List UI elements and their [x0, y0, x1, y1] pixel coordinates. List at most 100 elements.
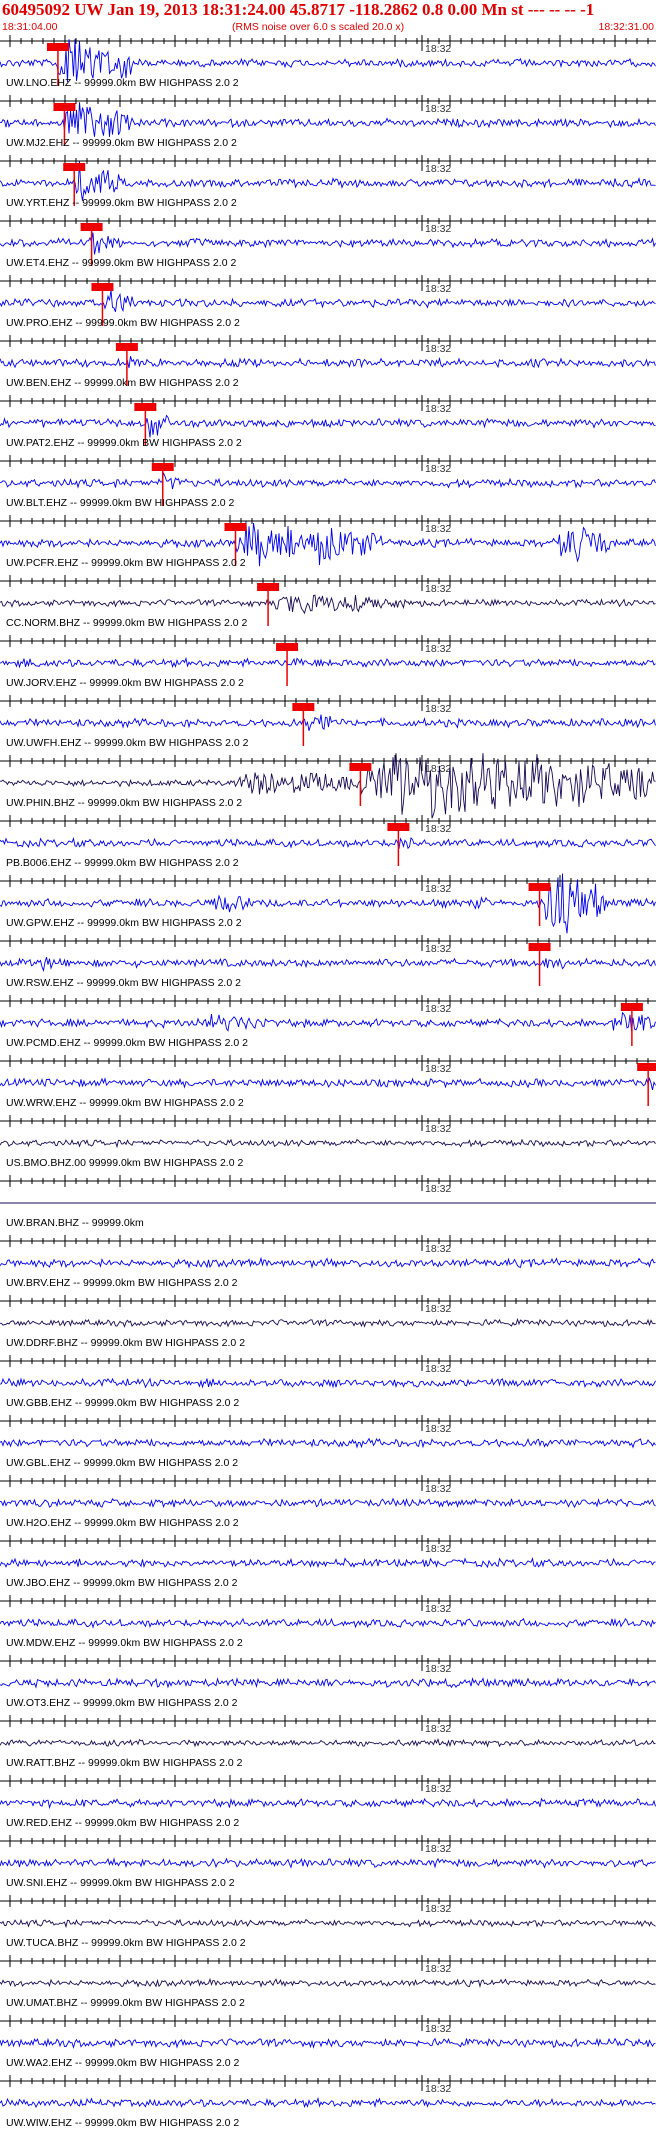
minute-label: 18:32 — [425, 1663, 451, 1675]
minute-label: 18:32 — [425, 883, 451, 895]
waveform — [0, 1497, 656, 1509]
minute-label: 18:32 — [425, 1063, 451, 1075]
trace-14: 18:32 PB.B006.EHZ -- 99999.0km BW HIGHPAS… — [0, 815, 656, 869]
pick-flag — [528, 883, 551, 891]
trace-35: 18:32 UW.WIW.EHZ -- 99999.0km BW HIGHPASS… — [0, 2075, 656, 2129]
trace-30: 18:32 UW.RED.EHZ -- 99999.0km BW HIGHPASS… — [0, 1775, 656, 1829]
waveform — [0, 2096, 656, 2109]
waveform — [0, 1977, 656, 1989]
minute-label: 18:32 — [425, 1243, 451, 1255]
trace-label: UW.WIW.EHZ -- 99999.0km BW HIGHPASS 2.0 … — [6, 2117, 239, 2129]
trace-label: UW.DDRF.BHZ -- 99999.0km BW HIGHPASS 2.0… — [6, 1337, 245, 1349]
trace-31: 18:32 UW.SNI.EHZ -- 99999.0km BW HIGHPASS… — [0, 1835, 656, 1889]
trace-label: UW.BRV.EHZ -- 99999.0km BW HIGHPASS 2.0 … — [6, 1277, 238, 1289]
seismogram-chart: 18:32 UW.LNO.EHZ -- 99999.0km BW HIGHPASS… — [0, 35, 656, 2129]
minute-label: 18:32 — [425, 823, 451, 835]
trace-label: UW.GBB.EHZ -- 99999.0km BW HIGHPASS 2.0 … — [6, 1397, 239, 1409]
trace-label: PB.B006.EHZ -- 99999.0km BW HIGHPASS 2.0… — [6, 857, 239, 869]
waveform — [0, 1317, 656, 1328]
minute-label: 18:32 — [425, 403, 451, 415]
waveform — [0, 39, 656, 83]
waveform — [0, 1797, 656, 1810]
trace-label: UW.JBO.EHZ -- 99999.0km BW HIGHPASS 2.0 … — [6, 1577, 238, 1589]
trace-13: 18:32 UW.PHIN.BHZ -- 99999.0km BW HIGHPAS… — [0, 753, 656, 819]
plot-header: 60495092 UW Jan 19, 2013 18:31:24.00 45.… — [0, 0, 656, 34]
trace-16: 18:32 UW.RSW.EHZ -- 99999.0km BW HIGHPASS… — [0, 935, 656, 989]
minute-label: 18:32 — [425, 1783, 451, 1795]
waveform — [0, 1076, 656, 1090]
end-time-label: 18:32:31.00 — [598, 21, 654, 33]
minute-label: 18:32 — [425, 1183, 451, 1195]
waveform — [0, 356, 656, 369]
trace-label: UW.GBL.EHZ -- 99999.0km BW HIGHPASS 2.0 … — [6, 1457, 238, 1469]
pick-flag — [276, 643, 299, 651]
trace-20: 18:32 UW.BRAN.BHZ -- 99999.0km — [0, 1175, 656, 1229]
minute-label: 18:32 — [425, 1723, 451, 1735]
minute-label: 18:32 — [425, 703, 451, 715]
trace-22: 18:32 UW.DDRF.BHZ -- 99999.0km BW HIGHPAS… — [0, 1295, 656, 1349]
minute-label: 18:32 — [425, 223, 451, 235]
trace-19: 18:32 US.BMO.BHZ.00 99999.0km BW HIGHPASS… — [0, 1115, 656, 1169]
minute-label: 18:32 — [425, 1003, 451, 1015]
waveform — [0, 102, 656, 137]
trace-21: 18:32 UW.BRV.EHZ -- 99999.0km BW HIGHPASS… — [0, 1235, 656, 1289]
minute-label: 18:32 — [425, 1123, 451, 1135]
minute-label: 18:32 — [425, 943, 451, 955]
waveform — [0, 414, 656, 438]
waveform — [0, 1857, 656, 1869]
minute-label: 18:32 — [425, 763, 451, 775]
trace-label: UW.YRT.EHZ -- 99999.0km BW HIGHPASS 2.0 … — [6, 197, 237, 209]
minute-label: 18:32 — [425, 163, 451, 175]
minute-label: 18:32 — [425, 283, 451, 295]
trace-label: UW.UWFH.EHZ -- 99999.0km BW HIGHPASS 2.0… — [6, 737, 249, 749]
trace-33: 18:32 UW.UMAT.BHZ -- 99999.0km BW HIGHPAS… — [0, 1955, 656, 2009]
trace-34: 18:32 UW.WA2.EHZ -- 99999.0km BW HIGHPASS… — [0, 2015, 656, 2069]
waveform — [0, 1918, 656, 1929]
trace-15: 18:32 UW.GPW.EHZ -- 99999.0km BW HIGHPASS… — [0, 873, 656, 934]
trace-label: UW.RED.EHZ -- 99999.0km BW HIGHPASS 2.0 … — [6, 1817, 239, 1829]
pick-flag — [63, 163, 86, 171]
seismogram-panel: 18:32 UW.LNO.EHZ -- 99999.0km BW HIGHPASS… — [0, 34, 656, 2138]
trace-label: UW.PHIN.BHZ -- 99999.0km BW HIGHPASS 2.0… — [6, 797, 242, 809]
trace-3: 18:32 UW.YRT.EHZ -- 99999.0km BW HIGHPASS… — [0, 155, 656, 209]
trace-29: 18:32 UW.RATT.BHZ -- 99999.0km BW HIGHPAS… — [0, 1715, 656, 1769]
pick-flag — [115, 343, 138, 351]
minute-label: 18:32 — [425, 2023, 451, 2035]
minute-label: 18:32 — [425, 343, 451, 355]
trace-label: UW.RSW.EHZ -- 99999.0km BW HIGHPASS 2.0 … — [6, 977, 241, 989]
waveform — [0, 161, 656, 201]
trace-label: UW.PCFR.EHZ -- 99999.0km BW HIGHPASS 2.0… — [6, 557, 246, 569]
minute-label: 18:32 — [425, 103, 451, 115]
trace-label: UW.PRO.EHZ -- 99999.0km BW HIGHPASS 2.0 … — [6, 317, 240, 329]
minute-label: 18:32 — [425, 523, 451, 535]
pick-flag — [46, 43, 69, 51]
trace-1: 18:32 UW.LNO.EHZ -- 99999.0km BW HIGHPASS… — [0, 35, 656, 89]
trace-label: UW.OT3.EHZ -- 99999.0km BW HIGHPASS 2.0 … — [6, 1697, 238, 1709]
waveform — [0, 471, 656, 490]
minute-label: 18:32 — [425, 1843, 451, 1855]
trace-label: UW.GPW.EHZ -- 99999.0km BW HIGHPASS 2.0 … — [6, 917, 242, 929]
trace-label: UW.MDW.EHZ -- 99999.0km BW HIGHPASS 2.0 … — [6, 1637, 243, 1649]
trace-label: US.BMO.BHZ.00 99999.0km BW HIGHPASS 2.0 … — [6, 1157, 243, 1169]
waveform — [0, 232, 656, 255]
waveform — [0, 594, 656, 615]
trace-27: 18:32 UW.MDW.EHZ -- 99999.0km BW HIGHPASS… — [0, 1595, 656, 1649]
waveform — [0, 1617, 656, 1629]
minute-label: 18:32 — [425, 1963, 451, 1975]
pick-flag — [528, 943, 551, 951]
trace-label: UW.PAT2.EHZ -- 99999.0km BW HIGHPASS 2.0… — [6, 437, 242, 449]
trace-label: UW.LNO.EHZ -- 99999.0km BW HIGHPASS 2.0 … — [6, 77, 239, 89]
trace-17: 18:32 UW.PCMD.EHZ -- 99999.0km BW HIGHPAS… — [0, 995, 656, 1049]
event-title: 60495092 UW Jan 19, 2013 18:31:24.00 45.… — [2, 0, 595, 19]
waveform — [0, 1138, 656, 1149]
trace-23: 18:32 UW.GBB.EHZ -- 99999.0km BW HIGHPASS… — [0, 1355, 656, 1409]
trace-5: 18:32 UW.PRO.EHZ -- 99999.0km BW HIGHPASS… — [0, 275, 656, 329]
minute-label: 18:32 — [425, 1903, 451, 1915]
minute-label: 18:32 — [425, 463, 451, 475]
start-time-label: 18:31:04.00 — [2, 21, 58, 33]
trace-label: UW.SNI.EHZ -- 99999.0km BW HIGHPASS 2.0 … — [6, 1877, 235, 1889]
pick-flag — [257, 583, 280, 591]
trace-11: 18:32 UW.JORV.EHZ -- 99999.0km BW HIGHPAS… — [0, 635, 656, 689]
trace-8: 18:32 UW.BLT.EHZ -- 99999.0km BW HIGHPASS… — [0, 455, 656, 509]
pick-flag — [292, 703, 315, 711]
